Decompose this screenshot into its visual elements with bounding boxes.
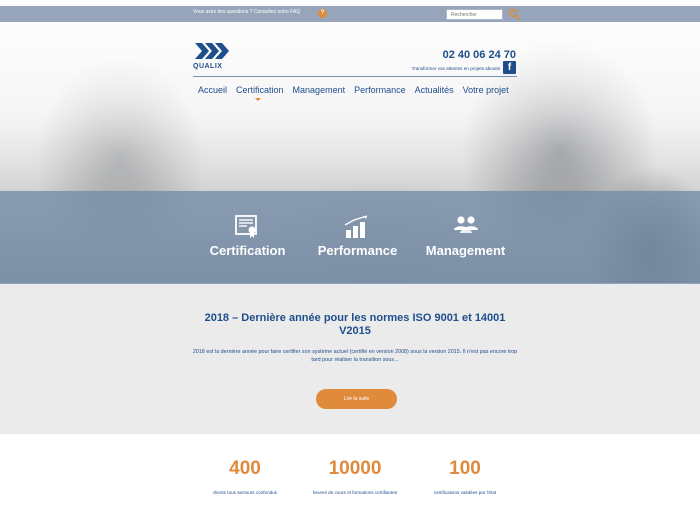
certificate-icon [235,215,257,238]
stat-certifications: 100 certifications validées par l'état [410,458,520,496]
services-band: Certification Performance Management [0,191,700,284]
service-certification[interactable]: Certification [195,191,300,284]
nav-item-performance[interactable]: Performance [354,85,406,95]
stat-value: 10000 [328,458,382,479]
active-nav-caret-icon [255,98,261,101]
service-management[interactable]: Management [413,191,518,284]
facebook-icon[interactable]: f [503,61,516,74]
main-nav: Accueil Certification Management Perform… [198,85,518,95]
service-label: Performance [317,243,398,258]
stat-value: 400 [229,458,261,479]
nav-item-actualites[interactable]: Actualités [415,85,454,95]
nav-item-votre-projet[interactable]: Votre projet [463,85,509,95]
news-title[interactable]: 2018 – Dernière année pour les normes IS… [190,312,520,338]
service-label: Management [425,243,506,258]
top-bar [0,6,700,22]
help-icon[interactable]: ? [318,9,327,18]
nav-item-certification[interactable]: Certification [236,85,284,95]
service-label: Certification [209,243,286,258]
tagline: Transformer vos attentes en projets abou… [411,66,500,71]
faq-link[interactable]: Vous avez des questions ? Consultez notr… [193,9,300,15]
search-icon[interactable] [508,8,520,20]
stat-label: heures de cours et formations certifiant… [312,490,398,495]
read-more-button[interactable]: Lire la suite [316,389,397,409]
phone-number: 02 40 06 24 70 [442,49,516,61]
hero-fade-overlay [0,0,700,190]
service-performance[interactable]: Performance [305,191,410,284]
logo-text: QUALIX [193,63,223,70]
nav-item-accueil[interactable]: Accueil [198,85,227,95]
stat-clients: 400 clients tous secteurs confondus [190,458,300,496]
header-divider [193,76,517,77]
news-excerpt: 2018 est la dernière année pour faire ce… [192,349,518,363]
nav-item-management[interactable]: Management [293,85,346,95]
search-input[interactable] [446,9,503,20]
stat-label: certifications validées par l'état [433,490,497,495]
stat-label: clients tous secteurs confondus [212,490,278,495]
team-icon [454,216,478,233]
stat-hours: 10000 heures de cours et formations cert… [300,458,410,496]
bar-chart-icon [344,215,368,238]
stat-value: 100 [449,458,481,479]
